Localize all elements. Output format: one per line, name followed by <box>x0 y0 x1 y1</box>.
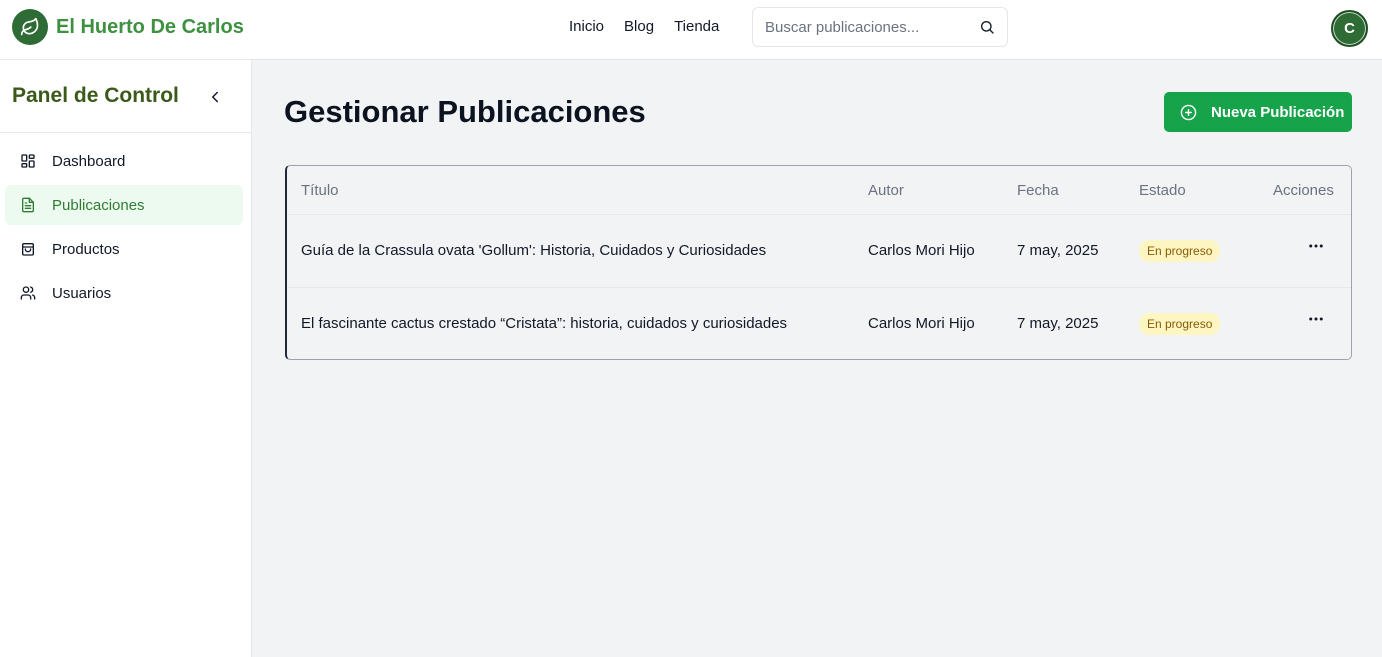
sidebar-item-productos[interactable]: Productos <box>5 229 243 269</box>
document-icon <box>22 197 34 213</box>
plus-circle-icon <box>1180 104 1197 120</box>
search-box <box>752 7 1008 47</box>
table-row[interactable]: El fascinante cactus crestado “Cristata”… <box>287 288 1351 359</box>
column-header-date[interactable]: Fecha <box>1017 182 1059 199</box>
leaf-icon <box>12 9 48 45</box>
sidebar-header: Panel de Control <box>0 60 251 133</box>
main-nav: Inicio Blog Tienda <box>569 18 739 35</box>
column-header-status[interactable]: Estado <box>1139 182 1186 199</box>
sidebar-item-label: Usuarios <box>52 284 112 302</box>
sidebar-item-label: Productos <box>52 240 120 258</box>
sidebar-item-label: Publicaciones <box>52 196 145 214</box>
search-icon[interactable] <box>979 19 995 35</box>
table-row[interactable]: Guía de la Crassula ovata 'Gollum': Hist… <box>287 215 1351 288</box>
post-date: 7 may, 2025 <box>1017 315 1099 332</box>
brand-logo[interactable]: El Huerto De Carlos <box>12 9 244 45</box>
brand-name: El Huerto De Carlos <box>56 15 244 38</box>
nav-link-inicio[interactable]: Inicio <box>569 18 604 35</box>
sidebar-item-publicaciones[interactable]: Publicaciones <box>5 185 243 225</box>
sidebar-item-usuarios[interactable]: Usuarios <box>5 273 243 313</box>
column-header-title[interactable]: Título <box>301 182 339 199</box>
status-cell: En progreso <box>1139 313 1221 335</box>
post-author: Carlos Mori Hijo <box>868 242 975 259</box>
chevron-left-icon[interactable] <box>206 88 224 106</box>
table-header-row: Título Autor Fecha Estado Acciones <box>287 166 1351 215</box>
more-actions-icon[interactable] <box>1307 237 1325 255</box>
page-title: Gestionar Publicaciones <box>284 94 646 129</box>
status-cell: En progreso <box>1139 240 1221 262</box>
new-post-label: Nueva Publicación <box>1211 103 1345 121</box>
top-header: El Huerto De Carlos Inicio Blog Tienda C <box>0 0 1382 60</box>
sidebar-title: Panel de Control <box>12 84 179 107</box>
nav-link-tienda[interactable]: Tienda <box>674 18 719 35</box>
sidebar-item-label: Dashboard <box>52 152 126 170</box>
status-badge: En progreso <box>1139 240 1221 262</box>
sidebar-menu: Dashboard Publicaciones Productos Usuari… <box>5 141 243 317</box>
more-actions-icon[interactable] <box>1307 310 1325 328</box>
shopping-bag-icon <box>22 243 34 256</box>
column-header-author[interactable]: Autor <box>868 182 904 199</box>
grid-icon <box>21 154 35 168</box>
column-header-actions: Acciones <box>1273 182 1334 199</box>
sidebar: Panel de Control Dashboard Publicaciones… <box>0 60 252 657</box>
post-date: 7 may, 2025 <box>1017 242 1099 259</box>
post-title[interactable]: El fascinante cactus crestado “Cristata”… <box>301 315 787 332</box>
new-post-button[interactable]: Nueva Publicación <box>1164 92 1352 132</box>
users-icon <box>20 286 36 300</box>
post-title[interactable]: Guía de la Crassula ovata 'Gollum': Hist… <box>301 242 766 259</box>
user-avatar[interactable]: C <box>1331 10 1368 47</box>
nav-link-blog[interactable]: Blog <box>624 18 654 35</box>
post-author: Carlos Mori Hijo <box>868 315 975 332</box>
status-badge: En progreso <box>1139 313 1221 335</box>
posts-table: Título Autor Fecha Estado Acciones Guía … <box>285 165 1352 360</box>
search-input[interactable] <box>753 8 973 46</box>
sidebar-item-dashboard[interactable]: Dashboard <box>5 141 243 181</box>
